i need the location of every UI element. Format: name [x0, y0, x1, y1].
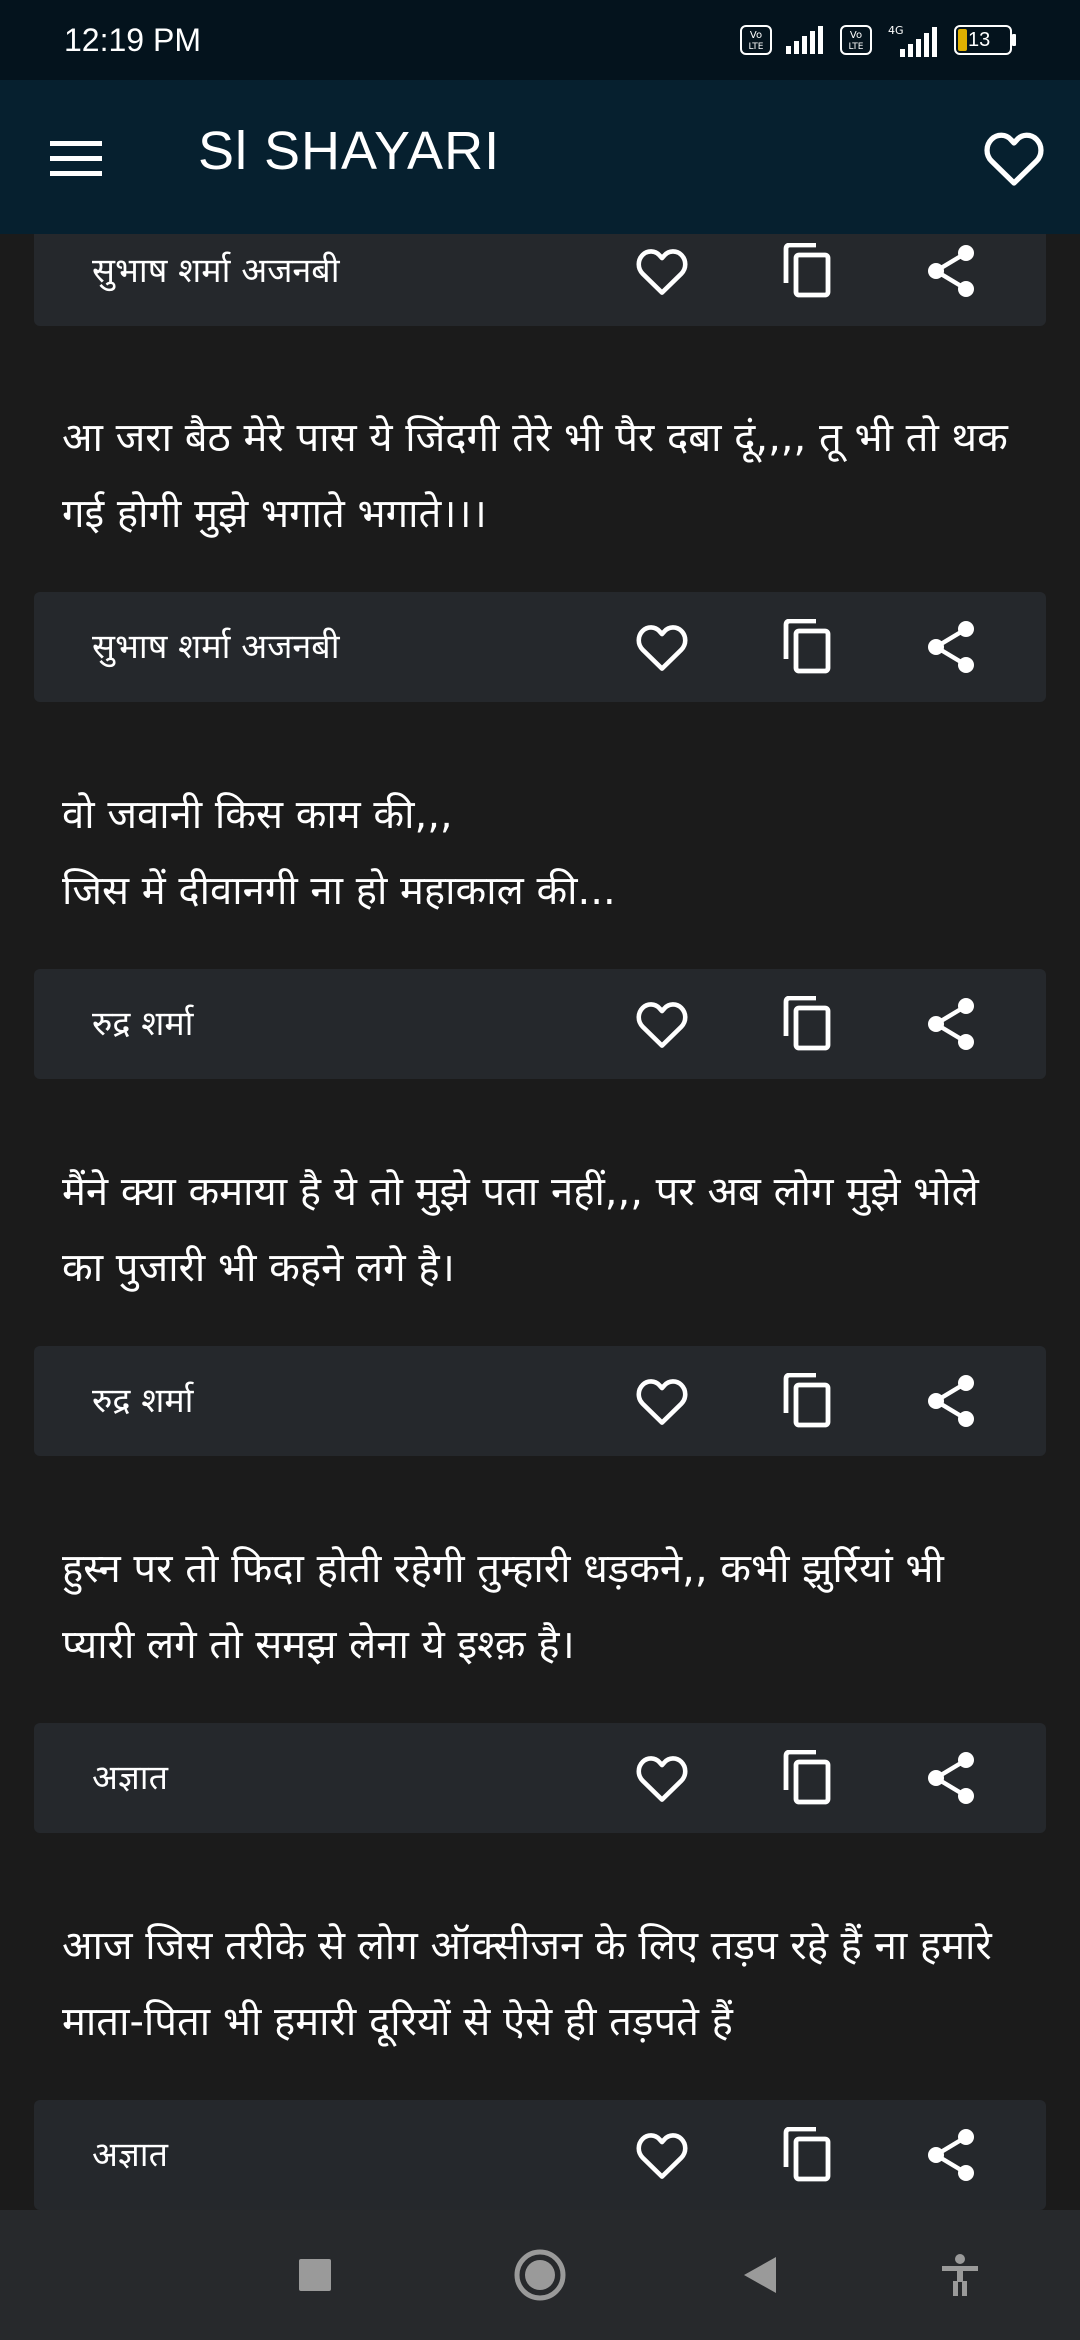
- heart-outline-icon: [984, 132, 1044, 186]
- triangle-back-icon: [744, 2257, 776, 2293]
- svg-text:LTE: LTE: [849, 42, 864, 52]
- heart-outline-icon: [636, 249, 688, 295]
- author-name: सुभाष शर्मा अजनबी: [92, 251, 340, 291]
- copy-icon: [783, 1750, 831, 1805]
- card-footer: सुभाष शर्मा अजनबी: [34, 234, 1046, 326]
- share-button[interactable]: [920, 615, 984, 679]
- heart-outline-icon: [636, 2133, 688, 2179]
- like-button[interactable]: [630, 1746, 694, 1810]
- app-title: Sl SHAYARI: [198, 121, 501, 181]
- copy-icon: [783, 1373, 831, 1428]
- card-footer: सुभाष शर्मा अजनबी: [34, 592, 1046, 702]
- share-icon: [928, 2129, 974, 2181]
- system-nav-bar: [0, 2210, 1080, 2340]
- like-button[interactable]: [630, 615, 694, 679]
- shayari-text: आज जिस तरीके से लोग ऑक्सीजन के लिए तड़प …: [62, 1923, 992, 2045]
- copy-button[interactable]: [774, 1369, 838, 1433]
- heart-outline-icon: [636, 1379, 688, 1425]
- home-button[interactable]: [510, 2245, 570, 2305]
- like-button[interactable]: [630, 2123, 694, 2187]
- app-bar: Sl SHAYARI: [0, 80, 1080, 234]
- like-button[interactable]: [630, 992, 694, 1056]
- share-button[interactable]: [920, 1746, 984, 1810]
- menu-icon: [50, 141, 102, 176]
- svg-text:4G: 4G: [888, 24, 904, 37]
- heart-outline-icon: [636, 625, 688, 671]
- battery-icon: 13: [954, 25, 1016, 55]
- author-name: अज्ञात: [92, 2135, 168, 2175]
- svg-text:Vo: Vo: [850, 30, 862, 41]
- share-icon: [928, 245, 974, 297]
- volte-icon: Vo LTE: [740, 25, 772, 55]
- signal-icon: [786, 26, 823, 54]
- share-icon: [928, 1375, 974, 1427]
- signal-4g-icon: 4G: [888, 24, 937, 57]
- circle-icon: [514, 2249, 566, 2301]
- share-icon: [928, 1752, 974, 1804]
- card-footer: रुद्र शर्मा: [34, 1346, 1046, 1456]
- favorites-button[interactable]: [978, 122, 1050, 194]
- shayari-text: आ जरा बैठ मेरे पास ये जिंदगी तेरे भी पैर…: [62, 415, 1008, 537]
- menu-button[interactable]: [42, 125, 110, 193]
- author-name: सुभाष शर्मा अजनबी: [92, 627, 340, 667]
- back-button[interactable]: [730, 2245, 790, 2305]
- heart-outline-icon: [636, 1756, 688, 1802]
- card-footer: अज्ञात: [34, 2100, 1046, 2210]
- author-name: रुद्र शर्मा: [92, 1381, 194, 1421]
- shayari-text: मैंने क्या कमाया है ये तो मुझे पता नहीं,…: [62, 1169, 979, 1291]
- copy-button[interactable]: [774, 615, 838, 679]
- square-icon: [299, 2259, 331, 2291]
- copy-button[interactable]: [774, 1746, 838, 1810]
- card-footer: अज्ञात: [34, 1723, 1046, 1833]
- battery-level: 13: [968, 29, 991, 51]
- share-button[interactable]: [920, 1369, 984, 1433]
- share-button[interactable]: [920, 2123, 984, 2187]
- copy-button[interactable]: [774, 2123, 838, 2187]
- heart-outline-icon: [636, 1002, 688, 1048]
- share-icon: [928, 998, 974, 1050]
- shayari-text: वो जवानी किस काम की,,, जिस में दीवानगी न…: [62, 792, 616, 914]
- svg-text:LTE: LTE: [749, 42, 764, 52]
- shayari-list[interactable]: सुभाष शर्मा अजनबी आ जरा बैठ मेरे पास ये …: [0, 234, 1080, 2210]
- copy-icon: [783, 2127, 831, 2182]
- like-button[interactable]: [630, 1369, 694, 1433]
- status-icons: Vo LTE Vo LTE 4G 13: [740, 23, 1016, 57]
- card-footer: रुद्र शर्मा: [34, 969, 1046, 1079]
- recent-apps-button[interactable]: [285, 2245, 345, 2305]
- copy-button[interactable]: [774, 992, 838, 1056]
- copy-icon: [783, 619, 831, 674]
- accessibility-icon: [942, 2254, 978, 2296]
- svg-text:Vo: Vo: [750, 30, 762, 41]
- share-button[interactable]: [920, 992, 984, 1056]
- accessibility-button[interactable]: [930, 2245, 990, 2305]
- status-time: 12:19 PM: [64, 21, 201, 58]
- share-icon: [928, 621, 974, 673]
- copy-icon: [783, 996, 831, 1051]
- copy-button[interactable]: [774, 239, 838, 303]
- author-name: अज्ञात: [92, 1758, 168, 1798]
- status-bar: 12:19 PM Vo LTE Vo LTE 4G 13: [0, 0, 1080, 80]
- share-button[interactable]: [920, 239, 984, 303]
- volte-icon: Vo LTE: [840, 25, 872, 55]
- shayari-text: हुस्न पर तो फिदा होती रहेगी तुम्हारी धड़…: [62, 1546, 944, 1668]
- copy-icon: [783, 243, 831, 298]
- author-name: रुद्र शर्मा: [92, 1004, 194, 1044]
- like-button[interactable]: [630, 239, 694, 303]
